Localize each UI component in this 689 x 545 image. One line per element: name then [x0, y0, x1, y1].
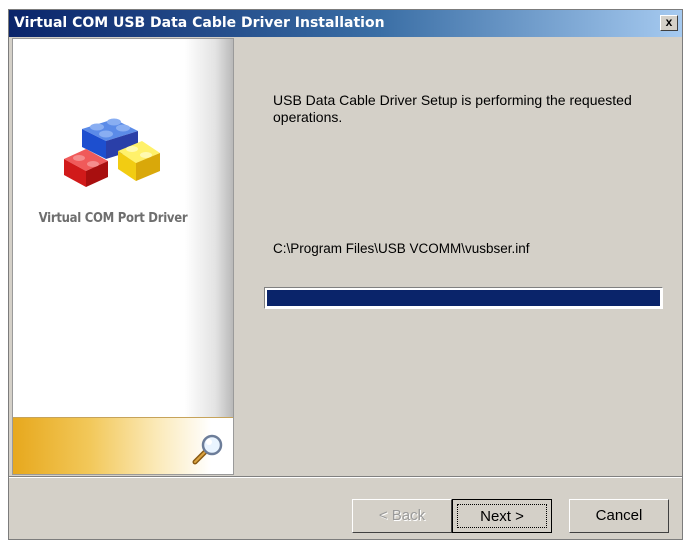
current-file-path: C:\Program Files\USB VCOMM\vusbser.inf — [273, 241, 530, 256]
next-button-label: Next > — [480, 508, 524, 525]
side-banner: Virtual COM Port Driver — [12, 38, 234, 475]
installer-dialog: Virtual COM USB Data Cable Driver Instal… — [8, 9, 683, 540]
title-bar[interactable]: Virtual COM USB Data Cable Driver Instal… — [9, 10, 682, 37]
back-button[interactable]: < Back — [352, 499, 452, 533]
next-button-focus: Next > — [457, 504, 547, 528]
window-title: Virtual COM USB Data Cable Driver Instal… — [14, 15, 385, 31]
status-message: USB Data Cable Driver Setup is performin… — [273, 92, 632, 125]
close-button[interactable]: x — [660, 15, 678, 31]
cancel-button-label: Cancel — [595, 507, 643, 524]
product-name: Virtual COM Port Driver — [38, 211, 188, 226]
progress-bar — [264, 287, 663, 309]
lego-bricks-icon — [64, 118, 160, 187]
close-icon: x — [665, 15, 673, 29]
progress-fill — [267, 290, 660, 306]
magnifier-icon — [192, 434, 223, 465]
gold-band — [13, 417, 233, 474]
back-button-label: < Back — [378, 507, 426, 524]
cancel-button[interactable]: Cancel — [569, 499, 669, 533]
next-button[interactable]: Next > — [452, 499, 552, 533]
button-separator — [9, 476, 682, 478]
